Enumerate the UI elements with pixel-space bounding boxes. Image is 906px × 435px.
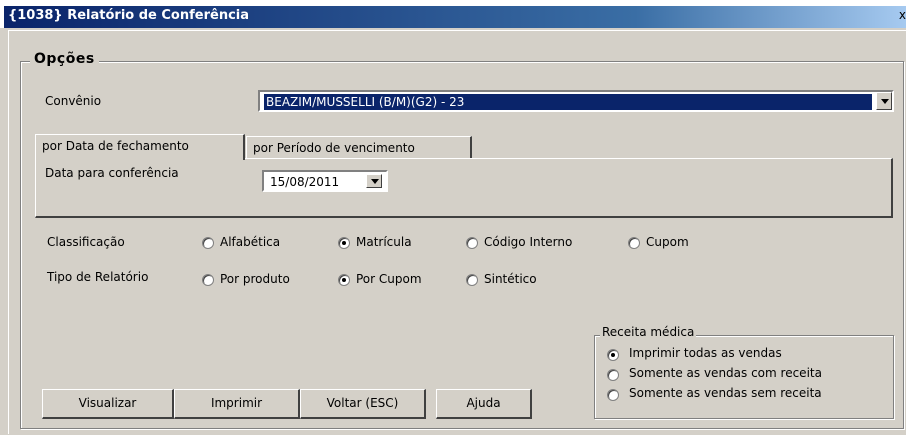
radio-imprimir-todas[interactable] [607,349,619,361]
convenio-value: BEAZIM/MUSSELLI (B/M)(G2) - 23 [264,94,872,110]
date-dropdown-button[interactable] [366,174,382,188]
data-conferencia-picker[interactable]: 15/08/2011 [262,170,388,192]
convenio-dropdown-button[interactable] [876,92,892,110]
radio-alfabetica-label[interactable]: Alfabética [220,235,280,249]
visualizar-button[interactable]: Visualizar [42,389,174,419]
chevron-down-icon [371,179,379,184]
radio-sintetico[interactable] [466,274,478,286]
close-icon[interactable]: x [899,8,906,22]
radio-por-produto[interactable] [202,274,214,286]
title-bar-fill: {1038} Relatório de Conferência x [4,6,906,28]
radio-imprimir-todas-label[interactable]: Imprimir todas as vendas [629,346,782,360]
radio-por-cupom-label[interactable]: Por Cupom [356,272,422,286]
radio-codigo-interno-label[interactable]: Código Interno [484,235,572,249]
radio-por-cupom[interactable] [338,274,350,286]
tab-data-fechamento[interactable]: por Data de fechamento [35,134,245,160]
voltar-button[interactable]: Voltar (ESC) [300,389,426,419]
radio-alfabetica[interactable] [202,237,214,249]
window-title: {1038} Relatório de Conferência [8,8,250,23]
convenio-label: Convênio [45,94,102,108]
radio-codigo-interno[interactable] [466,237,478,249]
classificacao-label: Classificação [47,235,125,249]
radio-sem-receita[interactable] [607,389,619,401]
radio-sem-receita-label[interactable]: Somente as vendas sem receita [629,386,822,400]
radio-com-receita-label[interactable]: Somente as vendas com receita [629,366,822,380]
data-conferencia-value: 15/08/2011 [270,175,340,189]
radio-matricula-label[interactable]: Matrícula [356,235,412,249]
radio-cupom-label[interactable]: Cupom [646,235,689,249]
convenio-select[interactable]: BEAZIM/MUSSELLI (B/M)(G2) - 23 [258,90,894,112]
radio-cupom[interactable] [628,237,640,249]
tab-periodo-vencimento[interactable]: por Período de vencimento [246,136,472,158]
imprimir-button[interactable]: Imprimir [174,389,300,419]
radio-matricula[interactable] [338,237,350,249]
tab-data-fechamento-label: por Data de fechamento [42,139,189,153]
chevron-down-icon [881,99,889,104]
radio-com-receita[interactable] [607,369,619,381]
tab-periodo-vencimento-label: por Período de vencimento [253,141,415,155]
data-conferencia-label: Data para conferência [45,166,179,180]
options-legend: Opções [30,51,99,67]
title-bar: {1038} Relatório de Conferência x [0,0,906,28]
ajuda-button[interactable]: Ajuda [436,389,532,419]
receita-legend: Receita médica [600,325,697,339]
radio-por-produto-label[interactable]: Por produto [220,272,290,286]
tipo-relatorio-label: Tipo de Relatório [47,270,149,284]
radio-sintetico-label[interactable]: Sintético [484,272,537,286]
